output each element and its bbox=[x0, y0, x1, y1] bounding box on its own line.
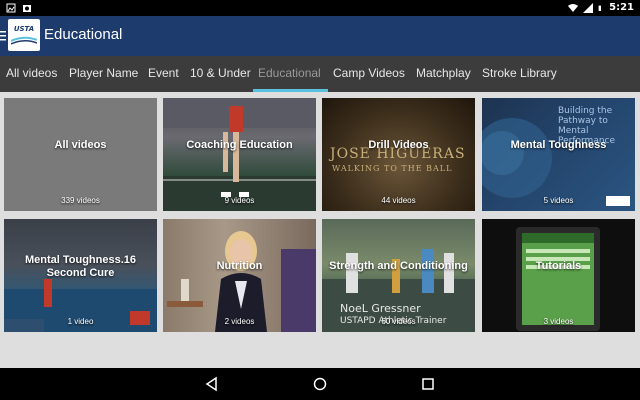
tile-count: 2 videos bbox=[224, 317, 255, 326]
tab-all-videos[interactable]: All videos bbox=[6, 56, 57, 92]
logo-swoosh-icon bbox=[11, 36, 37, 45]
page-title: Educational bbox=[44, 26, 123, 43]
tile-count: 44 videos bbox=[381, 196, 416, 205]
recents-icon[interactable] bbox=[420, 376, 436, 392]
tab-stroke-library[interactable]: Stroke Library bbox=[482, 56, 557, 92]
wifi-icon bbox=[568, 3, 579, 12]
tab-educational[interactable]: Educational bbox=[258, 56, 321, 92]
battery-icon bbox=[598, 5, 602, 11]
category-tabs: All videos Player Name Event 10 & Under … bbox=[0, 56, 640, 92]
back-icon[interactable] bbox=[204, 376, 220, 392]
tile-count: 3 videos bbox=[543, 317, 574, 326]
tile-title: Coaching Education bbox=[186, 139, 293, 151]
tab-camp-videos[interactable]: Camp Videos bbox=[333, 56, 405, 92]
tile-count: 60 videos bbox=[381, 317, 416, 326]
tab-event[interactable]: Event bbox=[148, 56, 179, 92]
app-bar: USTA Educational bbox=[0, 16, 640, 56]
tile-count: 5 videos bbox=[543, 196, 574, 205]
usta-logo[interactable]: USTA bbox=[8, 19, 40, 51]
tile-title: Mental Toughness bbox=[510, 139, 607, 151]
image-icon bbox=[6, 3, 16, 13]
status-bar: 5:21 bbox=[0, 0, 640, 16]
tile-coaching-education[interactable]: Coaching Education 9 videos bbox=[163, 98, 316, 211]
photo-icon bbox=[23, 5, 31, 12]
tile-title: All videos bbox=[54, 139, 107, 151]
tile-tutorials[interactable]: Tutorials 3 videos bbox=[482, 219, 635, 332]
tab-10-and-under[interactable]: 10 & Under bbox=[190, 56, 251, 92]
tile-all-videos[interactable]: All videos 339 videos bbox=[4, 98, 157, 211]
tile-count: 9 videos bbox=[224, 196, 255, 205]
tile-mental-toughness-16-second-cure[interactable]: Mental Toughness.16 Second Cure 1 video bbox=[4, 219, 157, 332]
tile-drill-videos[interactable]: JOSE HIGUERAS WALKING TO THE BALL Drill … bbox=[322, 98, 475, 211]
tab-matchplay[interactable]: Matchplay bbox=[416, 56, 471, 92]
video-category-grid: All videos 339 videos Coaching Education… bbox=[0, 92, 640, 368]
home-icon[interactable] bbox=[312, 376, 328, 392]
tile-mental-toughness[interactable]: Building the Pathway to Mental Performan… bbox=[482, 98, 635, 211]
logo-text: USTA bbox=[13, 25, 35, 33]
system-nav-bar bbox=[0, 368, 640, 400]
tile-count: 339 videos bbox=[61, 196, 100, 205]
tile-strength-and-conditioning[interactable]: NoeL Gressner USTAPD Athletic Trainer St… bbox=[322, 219, 475, 332]
status-time: 5:21 bbox=[609, 2, 634, 13]
tile-title: Nutrition bbox=[216, 260, 263, 272]
menu-icon[interactable] bbox=[0, 30, 6, 42]
tile-title: Tutorials bbox=[535, 260, 582, 272]
tile-title: Drill Videos bbox=[368, 139, 429, 151]
tile-count: 1 video bbox=[67, 317, 94, 326]
tab-player-name[interactable]: Player Name bbox=[69, 56, 138, 92]
signal-icon bbox=[583, 2, 594, 13]
tile-nutrition[interactable]: Nutrition 2 videos bbox=[163, 219, 316, 332]
tile-title: Mental Toughness.16 Second Cure bbox=[24, 253, 137, 279]
tile-title: Strength and Conditioning bbox=[329, 260, 468, 272]
